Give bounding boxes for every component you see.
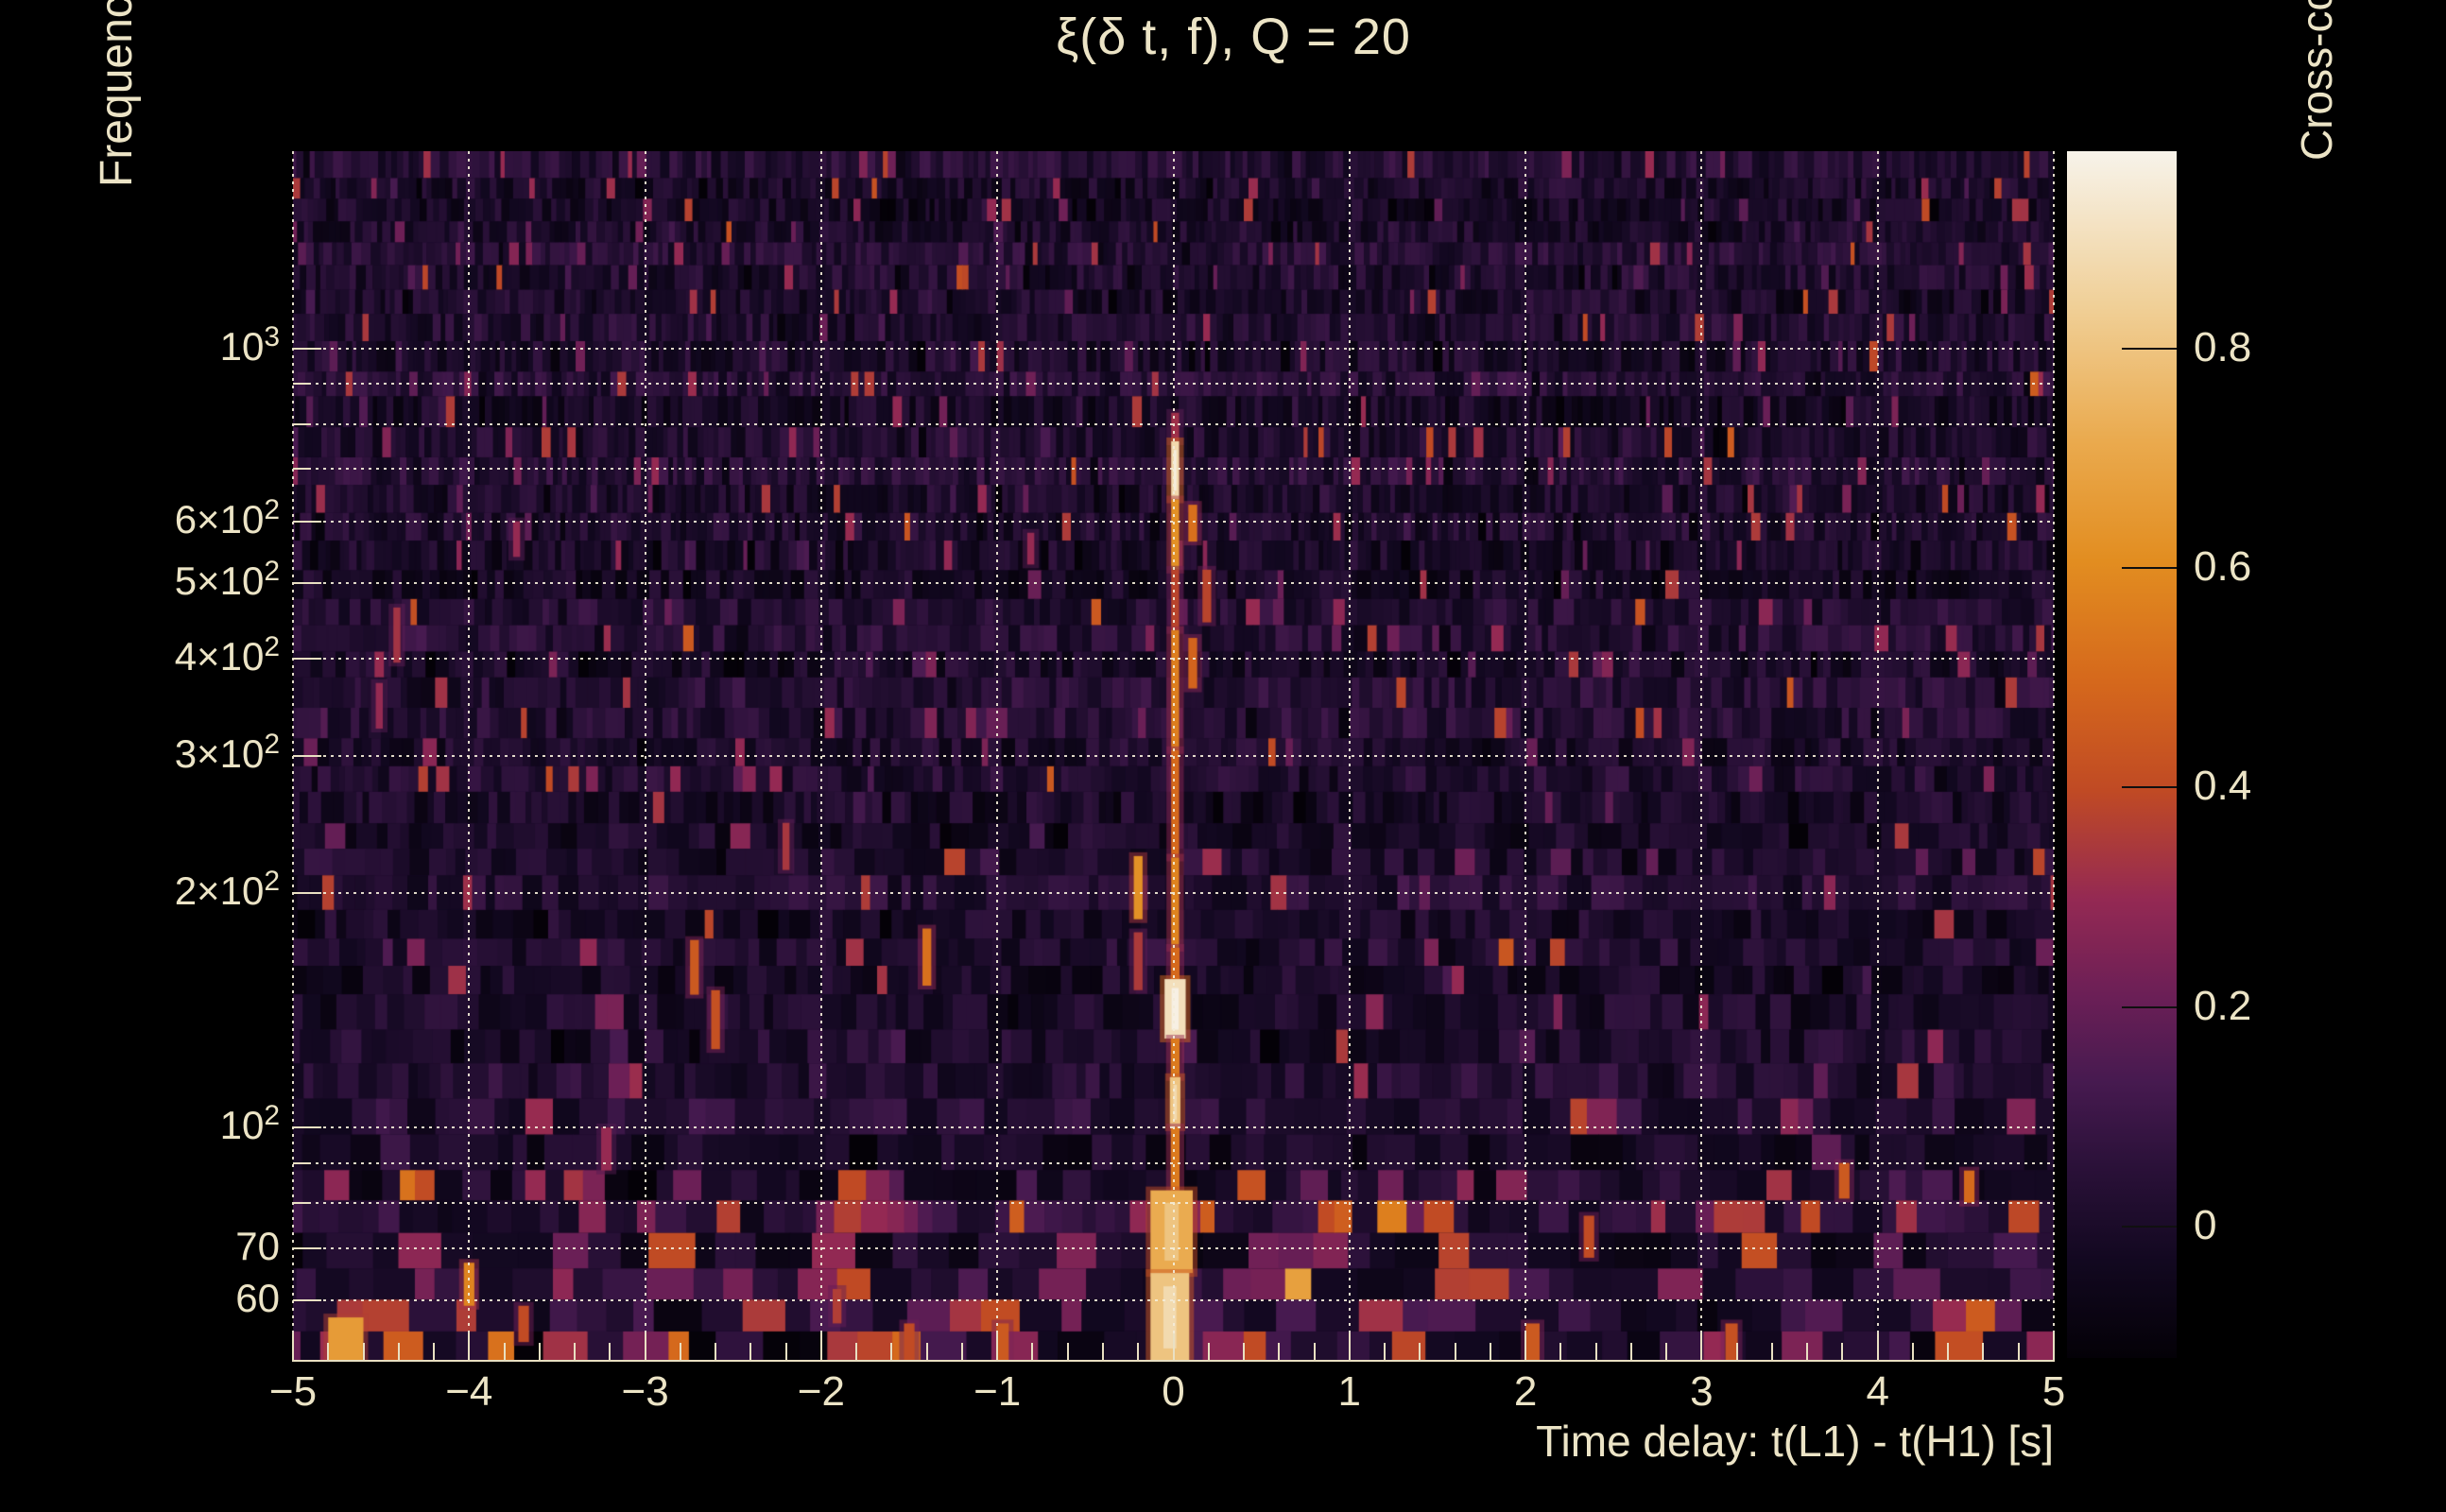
x-tick-label: 0 — [1117, 1368, 1231, 1416]
chart-title: ξ(δ t, f), Q = 20 — [293, 8, 2174, 66]
colorbar-tick-label: 0 — [2194, 1202, 2383, 1249]
colorbar-title: Cross-correlation ξ — [2291, 113, 2446, 161]
colorbar-tick-label: 0.6 — [2194, 543, 2383, 591]
colorbar-tick — [2122, 1006, 2177, 1008]
colorbar-tick-label: 0.4 — [2194, 763, 2383, 810]
colorbar-tick-label: 0.2 — [2194, 983, 2383, 1030]
x-tick-label: 4 — [1821, 1368, 1935, 1416]
colorbar — [2067, 151, 2177, 1358]
x-tick-label: −4 — [412, 1368, 525, 1416]
x-axis-line — [293, 1360, 2054, 1362]
plot-area — [293, 151, 2054, 1362]
colorbar-tick-label: 0.8 — [2194, 324, 2383, 371]
y-tick-label: 102 — [53, 1103, 280, 1148]
colorbar-tick — [2122, 348, 2177, 350]
y-tick-label: 4×102 — [53, 634, 280, 679]
y-tick-label: 103 — [53, 324, 280, 369]
x-tick-label: 3 — [1645, 1368, 1758, 1416]
y-tick-label: 70 — [53, 1224, 280, 1269]
x-tick-label: −1 — [940, 1368, 1054, 1416]
x-tick-label: −5 — [236, 1368, 350, 1416]
x-tick-label: 1 — [1293, 1368, 1406, 1416]
y-tick-label: 2×102 — [53, 868, 280, 914]
heatmap-canvas — [293, 151, 2054, 1362]
spectrogram-figure: { "chart_data": { "type": "heatmap", "ti… — [0, 0, 2446, 1512]
colorbar-tick — [2122, 567, 2177, 569]
x-tick-label: −2 — [765, 1368, 878, 1416]
y-tick-label: 3×102 — [53, 731, 280, 777]
colorbar-tick — [2122, 786, 2177, 788]
y-tick-label: 6×102 — [53, 497, 280, 542]
x-axis-title: Time delay: t(L1) - t(H1) [s] — [1109, 1416, 2054, 1467]
y-tick-label: 5×102 — [53, 558, 280, 604]
y-tick-label: 60 — [53, 1276, 280, 1321]
x-tick-label: 5 — [1997, 1368, 2110, 1416]
x-tick-label: −3 — [589, 1368, 702, 1416]
colorbar-tick — [2122, 1226, 2177, 1228]
x-tick-label: 2 — [1469, 1368, 1582, 1416]
